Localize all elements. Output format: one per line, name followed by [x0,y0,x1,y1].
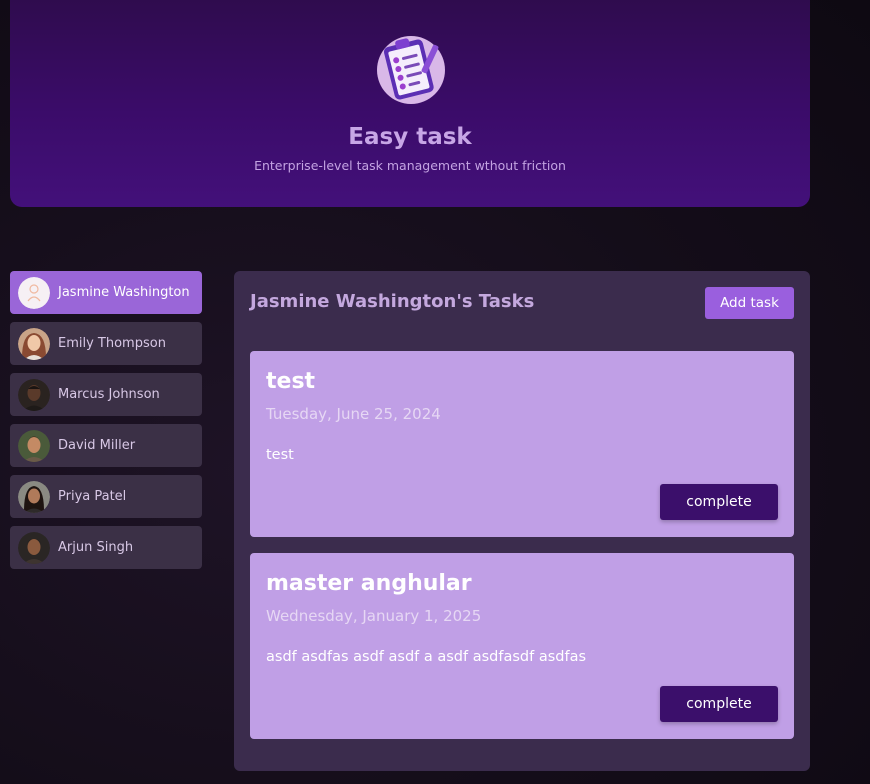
avatar [18,531,50,564]
user-item-david-miller[interactable]: David Miller [10,424,202,467]
task-description: asdf asdfas asdf asdf a asdf asdfasdf as… [266,649,587,665]
user-name: David Miller [58,438,136,453]
tasks-title: Jasmine Washington's Tasks [250,291,535,312]
task-card: test Tuesday, June 25, 2024 test complet… [250,351,794,537]
user-name: Jasmine Washington [58,285,190,300]
task-description: test [266,447,294,463]
task-title: test [266,369,316,394]
avatar [18,276,50,309]
user-name: Priya Patel [58,489,127,504]
user-item-arjun-singh[interactable]: Arjun Singh [10,526,202,569]
task-title: master anghular [266,571,472,596]
avatar [18,480,50,513]
app-subtitle: Enterprise-level task management wthout … [254,158,566,173]
user-item-jasmine-washington[interactable]: Jasmine Washington [10,271,202,314]
user-name: Marcus Johnson [58,387,160,402]
user-item-priya-patel[interactable]: Priya Patel [10,475,202,518]
user-name: Arjun Singh [58,540,134,555]
task-date: Tuesday, June 25, 2024 [266,405,441,423]
app-title: Easy task [348,124,472,150]
user-name: Emily Thompson [58,336,166,351]
tasks-panel: Jasmine Washington's Tasks Add task test… [234,271,810,771]
add-task-button[interactable]: Add task [705,287,794,319]
complete-button[interactable]: complete [660,484,778,520]
app-header: Easy task Enterprise-level task manageme… [10,0,810,207]
clipboard-checklist-icon [377,36,445,104]
task-card: master anghular Wednesday, January 1, 20… [250,553,794,739]
avatar [18,327,50,360]
task-date: Wednesday, January 1, 2025 [266,607,482,625]
complete-button[interactable]: complete [660,686,778,722]
user-item-marcus-johnson[interactable]: Marcus Johnson [10,373,202,416]
user-list: Jasmine Washington Emily Thompson Marcus… [10,271,202,577]
avatar [18,429,50,462]
avatar [18,378,50,411]
user-item-emily-thompson[interactable]: Emily Thompson [10,322,202,365]
